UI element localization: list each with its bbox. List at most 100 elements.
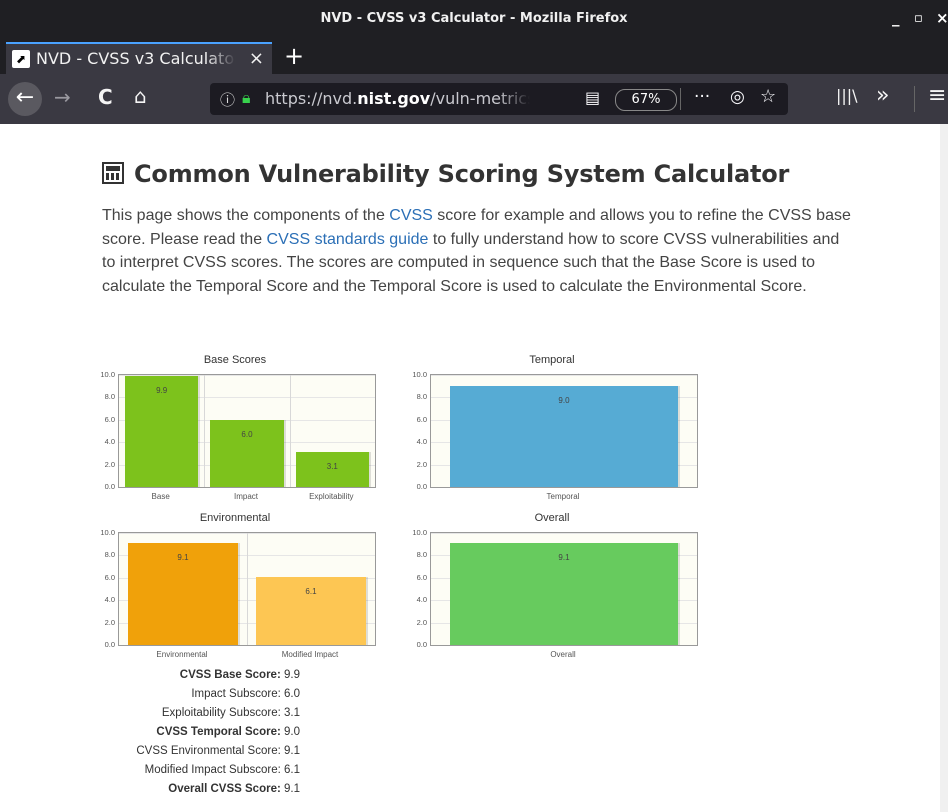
back-button[interactable]: ← — [8, 82, 42, 116]
y-tick-label: 10.0 — [412, 370, 427, 379]
forward-button[interactable]: → — [54, 85, 71, 109]
lock-icon[interactable]: 🔒︎ — [242, 88, 251, 108]
cvss-link[interactable]: CVSS — [389, 207, 433, 224]
bar-value-label: 9.1 — [558, 553, 570, 563]
zoom-indicator[interactable]: 67% — [615, 89, 677, 111]
x-tick-label: Environmental — [156, 650, 208, 659]
vertical-gridline — [204, 375, 206, 487]
new-tab-button[interactable]: + — [284, 42, 304, 70]
y-tick-label: 2.0 — [104, 459, 115, 469]
calculator-icon — [102, 162, 124, 184]
y-tick-label: 6.0 — [104, 414, 115, 424]
bar-value-label: 9.0 — [558, 396, 570, 406]
menu-icon[interactable]: ≡ — [928, 83, 946, 108]
tab-close-button[interactable]: × — [249, 48, 264, 69]
score-line: Overall CVSS Score: 9.1 — [60, 783, 300, 802]
score-summary: CVSS Base Score: 9.9 Impact Subscore: 6.0… — [60, 669, 300, 802]
gridline — [431, 533, 697, 534]
score-line: CVSS Temporal Score: 9.0 — [60, 726, 300, 745]
url-bar[interactable]: ⓘ 🔒︎ https://nvd.nist.gov/vuln-metrics/ … — [210, 83, 788, 115]
x-tick-label: Modified Impact — [281, 650, 339, 659]
vertical-scrollbar[interactable] — [940, 124, 948, 812]
intro-paragraph: This page shows the components of the CV… — [102, 207, 851, 295]
minimize-button[interactable]: _ — [892, 9, 900, 27]
y-tick-label: 0.0 — [416, 482, 427, 491]
score-label: Impact Subscore: — [191, 688, 281, 700]
score-label: CVSS Base Score: — [179, 669, 281, 681]
base-scores-chart: Base Scores 9.9 6.0 3.1 0.0 2.0 4.0 6.0 8.0 10.0 B… — [90, 352, 380, 516]
maximize-button[interactable]: ▫ — [914, 11, 923, 26]
bookmark-star-icon[interactable]: ☆ — [760, 86, 776, 107]
page-content: Common Vulnerability Scoring System Calc… — [0, 124, 940, 812]
bar-value-label: 3.1 — [326, 462, 338, 472]
page-actions-icon[interactable]: ··· — [694, 87, 710, 107]
plot-area: 9.9 6.0 3.1 — [118, 374, 376, 488]
y-tick-label: 2.0 — [416, 617, 427, 627]
vertical-gridline — [247, 533, 248, 645]
chart-title: Temporal — [529, 354, 575, 366]
y-tick-label: 6.0 — [416, 572, 427, 582]
chart-title: Base Scores — [203, 354, 267, 366]
reload-button[interactable]: C — [98, 85, 113, 109]
library-icon[interactable]: |||\ — [836, 86, 858, 105]
plot-area: 9.1 6.1 — [118, 532, 376, 646]
score-label: CVSS Temporal Score: — [156, 726, 281, 738]
score-line: CVSS Base Score: 9.9 — [60, 669, 300, 688]
gridline — [431, 375, 697, 376]
bar-value-label: 9.9 — [156, 386, 168, 396]
gridline — [119, 487, 375, 488]
score-value: 9.9 — [284, 669, 300, 681]
y-tick-label: 4.0 — [104, 437, 115, 447]
plot-area: 9.1 — [430, 532, 698, 646]
y-tick-label: 2.0 — [416, 459, 427, 469]
x-tick-label: Exploitability — [309, 492, 354, 501]
info-icon[interactable]: ⓘ — [220, 89, 235, 110]
reader-view-icon[interactable]: ▤ — [585, 88, 600, 107]
tab-nvd-cvss[interactable]: ⬈ NVD - CVSS v3 Calculator × — [6, 42, 272, 74]
y-tick-label: 0.0 — [104, 640, 115, 649]
y-tick-label: 10.0 — [100, 370, 115, 379]
page-title-text: Common Vulnerability Scoring System Calc… — [134, 160, 790, 188]
score-line: Exploitability Subscore: 3.1 — [60, 707, 300, 726]
y-tick-label: 8.0 — [416, 550, 427, 560]
score-value: 9.0 — [284, 726, 300, 738]
window-title: NVD - CVSS v3 Calculator - Mozilla Firef… — [320, 11, 628, 26]
y-tick-label: 0.0 — [416, 640, 427, 649]
cvss-standards-guide-link[interactable]: CVSS standards guide — [267, 231, 429, 248]
gridline — [119, 645, 375, 646]
score-label: CVSS Environmental Score: — [136, 745, 281, 757]
page-title: Common Vulnerability Scoring System Calc… — [102, 160, 789, 188]
url-text[interactable]: https://nvd.nist.gov/vuln-metrics/ — [265, 89, 530, 108]
y-tick-label: 2.0 — [104, 617, 115, 627]
y-tick-label: 4.0 — [104, 595, 115, 605]
score-label: Modified Impact Subscore: — [144, 764, 281, 776]
y-tick-label: 10.0 — [100, 528, 115, 537]
bar-value-label: 9.1 — [177, 553, 189, 563]
y-tick-label: 8.0 — [104, 550, 115, 560]
score-value: 6.1 — [284, 764, 300, 776]
x-tick-label: Base — [151, 492, 170, 501]
gridline — [431, 487, 697, 488]
bar-value-label: 6.0 — [241, 429, 253, 439]
window-titlebar: NVD - CVSS v3 Calculator - Mozilla Firef… — [0, 0, 948, 40]
nvd-favicon-icon: ⬈ — [12, 50, 30, 68]
y-tick-label: 8.0 — [416, 392, 427, 402]
score-label: Exploitability Subscore: — [161, 707, 281, 719]
url-separator — [680, 88, 681, 110]
home-button[interactable]: ⌂ — [134, 84, 147, 108]
score-line: CVSS Environmental Score: 9.1 — [60, 745, 300, 764]
overflow-icon[interactable]: » — [876, 83, 889, 108]
tab-label: NVD - CVSS v3 Calculator — [36, 49, 236, 68]
tab-strip: ⬈ NVD - CVSS v3 Calculator × — [0, 40, 948, 74]
score-line: Impact Subscore: 6.0 — [60, 688, 300, 707]
x-tick-label: Overall — [550, 650, 576, 659]
vertical-gridline — [289, 375, 291, 487]
pocket-icon[interactable]: ◎ — [730, 87, 745, 107]
close-window-button[interactable]: × — [936, 9, 948, 27]
plot-area: 9.0 — [430, 374, 698, 488]
y-tick-label: 10.0 — [412, 528, 427, 537]
y-tick-label: 0.0 — [104, 482, 115, 491]
chart-title: Overall — [534, 512, 570, 524]
environmental-chart: Environmental 9.1 6.1 0.0 2.0 4.0 6.0 8.0 10.0 En… — [90, 510, 380, 674]
score-value: 9.1 — [284, 745, 300, 757]
